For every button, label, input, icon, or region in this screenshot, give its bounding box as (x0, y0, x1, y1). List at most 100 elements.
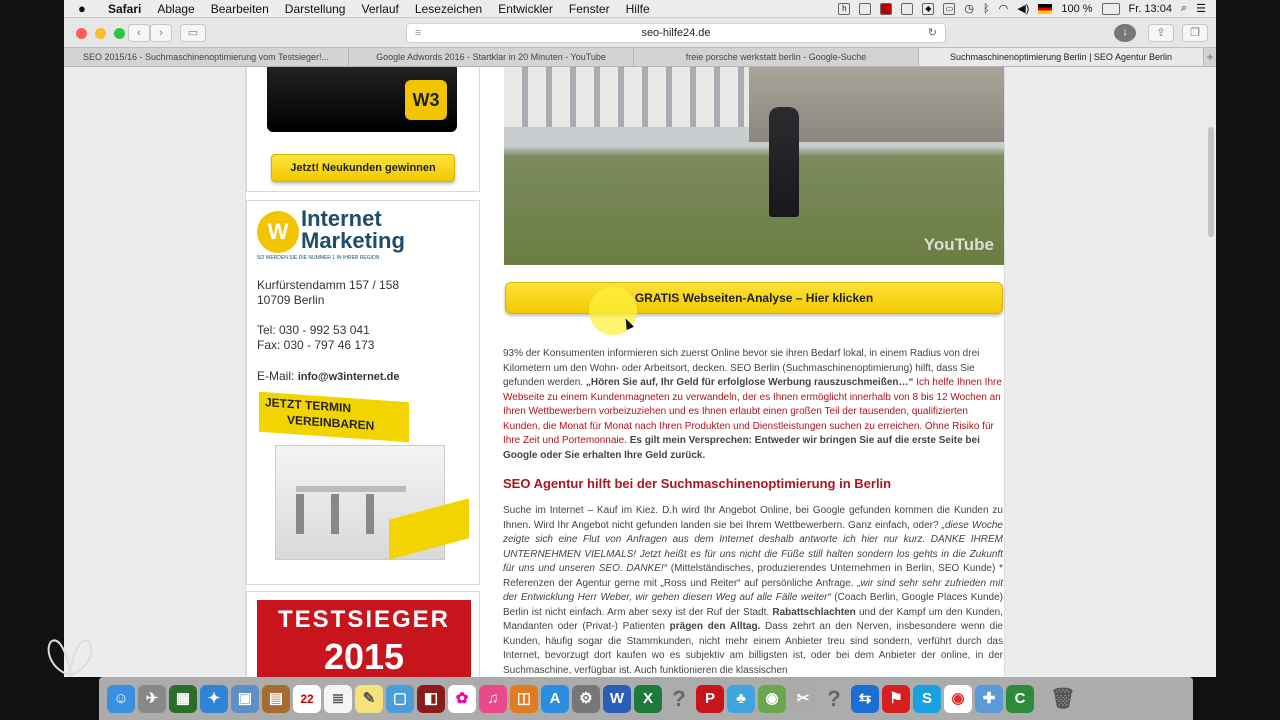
chair-shape-2 (331, 494, 339, 534)
email-row: E-Mail: info@w3internet.de (257, 369, 399, 385)
safari-icon[interactable]: ✦ (200, 684, 228, 713)
youtube-video[interactable]: YouTube (504, 67, 1004, 265)
pdf-icon[interactable]: ⚑ (882, 684, 910, 713)
butterfly-logo-icon (47, 639, 93, 677)
battery-percent[interactable]: 100 % (1061, 3, 1092, 15)
migration-icon[interactable]: ✚ (975, 684, 1003, 713)
system-preferences-icon[interactable]: ⚙ (572, 684, 600, 713)
camtasia-icon[interactable]: C (1006, 684, 1034, 713)
spotlight-icon[interactable]: ⌕ (1181, 2, 1187, 15)
menu-verlauf[interactable]: Verlauf (361, 2, 398, 16)
photo-app-icon[interactable]: ◧ (417, 684, 445, 713)
messages-icon[interactable]: ♣ (727, 684, 755, 713)
launchpad-icon[interactable]: ✈ (138, 684, 166, 713)
reminders-icon[interactable]: ≣ (324, 684, 352, 713)
tab-google-adwords[interactable]: Google Adwords 2016 - Startklar in 20 Mi… (349, 48, 634, 66)
logo-marketing: Marketing (301, 228, 405, 253)
finder-icon[interactable]: ☺ (107, 684, 135, 713)
word-icon[interactable]: W (603, 684, 631, 713)
fax-number: Fax: 030 - 797 46 173 (257, 338, 375, 352)
acrobat-icon[interactable]: P (696, 684, 724, 713)
apple-menu-icon[interactable]: ● (78, 1, 96, 16)
share-button[interactable]: ⇪ (1148, 24, 1174, 42)
status-dropbox-icon[interactable]: ◆ (922, 2, 935, 15)
forward-button[interactable]: › (150, 24, 172, 42)
downloads-button[interactable]: ↓ (1114, 24, 1136, 42)
menu-bearbeiten[interactable]: Bearbeiten (211, 2, 269, 16)
wifi-icon[interactable]: ◠ (999, 2, 1009, 15)
tabs-overview-button[interactable]: ❐ (1182, 24, 1208, 42)
app-store-icon[interactable]: A (541, 684, 569, 713)
trash-icon[interactable]: 🗑 (1049, 685, 1077, 713)
address-street: Kurfürstendamm 157 / 158 (257, 278, 400, 292)
photos-icon[interactable]: ✿ (448, 684, 476, 713)
w3-badge: W3 (405, 80, 447, 120)
time-machine-icon[interactable]: ◷ (964, 2, 974, 15)
youtube-logo[interactable]: YouTube (924, 235, 994, 255)
contact-card: W Internet Marketing SO WERDEN SIE DIE N… (246, 200, 480, 585)
notification-center-icon[interactable]: ☰ (1196, 2, 1206, 15)
neukunden-button[interactable]: Jetzt! Neukunden gewinnen (271, 154, 455, 182)
tab-porsche-search[interactable]: freie porsche werkstatt berlin - Google-… (634, 48, 919, 66)
help-icon[interactable]: ? (665, 685, 693, 713)
tab-seo-2015[interactable]: SEO 2015/16 - Suchmaschinenoptimierung v… (64, 48, 349, 66)
network-icon[interactable]: ◉ (758, 684, 786, 713)
menu-app-safari[interactable]: Safari (108, 2, 141, 16)
reader-icon[interactable]: ≡ (415, 24, 421, 42)
ibooks-icon[interactable]: ◫ (510, 684, 538, 713)
menu-ablage[interactable]: Ablage (157, 2, 194, 16)
status-red-icon[interactable] (880, 2, 893, 15)
body-text-a: Suche im Internet – Kauf im Kiez. D.h wi… (503, 505, 1003, 531)
dock: ☺ ✈ ▦ ✦ ▣ ▤ 22 ≣ ✎ ▢ ◧ ✿ ♫ ◫ A ⚙ W X ? P… (99, 677, 1193, 720)
address-bar[interactable]: ≡ seo-hilfe24.de ↻ (406, 23, 946, 43)
termin-banner[interactable]: JETZT TERMIN VEREINBAREN (259, 391, 469, 567)
calendar-icon[interactable]: 22 (293, 684, 321, 713)
clock[interactable]: Fr. 13:04 (1129, 3, 1172, 15)
status-app-icon[interactable] (901, 2, 914, 15)
reload-icon[interactable]: ↻ (928, 24, 937, 42)
testsieger-year: 2015 (323, 636, 405, 677)
chrome-icon[interactable]: ◉ (944, 684, 972, 713)
scrollbar[interactable] (1208, 127, 1214, 237)
zoom-window-button[interactable] (114, 28, 125, 39)
preview-icon[interactable]: ▣ (231, 684, 259, 713)
gratis-analyse-button[interactable]: GRATIS Webseiten-Analyse – Hier klicken (505, 282, 1003, 314)
email-link[interactable]: info@w3internet.de (298, 371, 400, 383)
status-window-icon[interactable] (859, 2, 872, 15)
minimize-window-button[interactable] (95, 28, 106, 39)
section-heading: SEO Agentur hilft bei der Suchmaschineno… (503, 476, 892, 491)
chair-shape-3 (366, 494, 374, 534)
sidebar-toggle-button[interactable]: ▭ (180, 24, 206, 42)
body-bold-rabatt: Rabattschlachten (772, 606, 856, 618)
contacts-icon[interactable]: ▤ (262, 684, 290, 713)
menu-lesezeichen[interactable]: Lesezeichen (415, 2, 482, 16)
phone-number: Tel: 030 - 992 53 041 (257, 323, 370, 337)
menu-fenster[interactable]: Fenster (569, 2, 610, 16)
teamviewer-icon[interactable]: ⇆ (851, 684, 879, 713)
german-flag-icon[interactable] (1038, 3, 1053, 14)
termin-label: JETZT TERMIN VEREINBAREN (259, 391, 409, 443)
new-tab-button[interactable]: + (1204, 48, 1216, 66)
mission-control-icon[interactable]: ▦ (169, 684, 197, 713)
tab-seo-agentur[interactable]: Suchmaschinenoptimierung Berlin | SEO Ag… (919, 48, 1204, 66)
menu-bar: ● Safari Ablage Bearbeiten Darstellung V… (64, 0, 1216, 18)
help2-icon[interactable]: ? (820, 685, 848, 713)
utility-icon[interactable]: ✂ (789, 684, 817, 713)
body-bold-alltag: prägen den Alltag. (669, 621, 761, 632)
battery-icon[interactable] (1101, 2, 1120, 15)
menu-entwickler[interactable]: Entwickler (498, 2, 553, 16)
volume-icon[interactable]: ◀) (1017, 2, 1029, 15)
testsieger-card: TESTSIEGER 2015 (246, 591, 480, 677)
back-button[interactable]: ‹ (128, 24, 150, 42)
skype-icon[interactable]: S (913, 684, 941, 713)
menu-darstellung[interactable]: Darstellung (285, 2, 346, 16)
photo-booth-icon[interactable]: ▢ (386, 684, 414, 713)
itunes-icon[interactable]: ♫ (479, 684, 507, 713)
menu-hilfe[interactable]: Hilfe (626, 2, 650, 16)
bluetooth-icon[interactable]: ᛒ (983, 3, 990, 15)
close-window-button[interactable] (76, 28, 87, 39)
excel-icon[interactable]: X (634, 684, 662, 713)
notes-icon[interactable]: ✎ (355, 684, 383, 713)
status-h-icon[interactable]: h (838, 2, 851, 15)
airplay-icon[interactable]: ▭ (943, 2, 956, 15)
